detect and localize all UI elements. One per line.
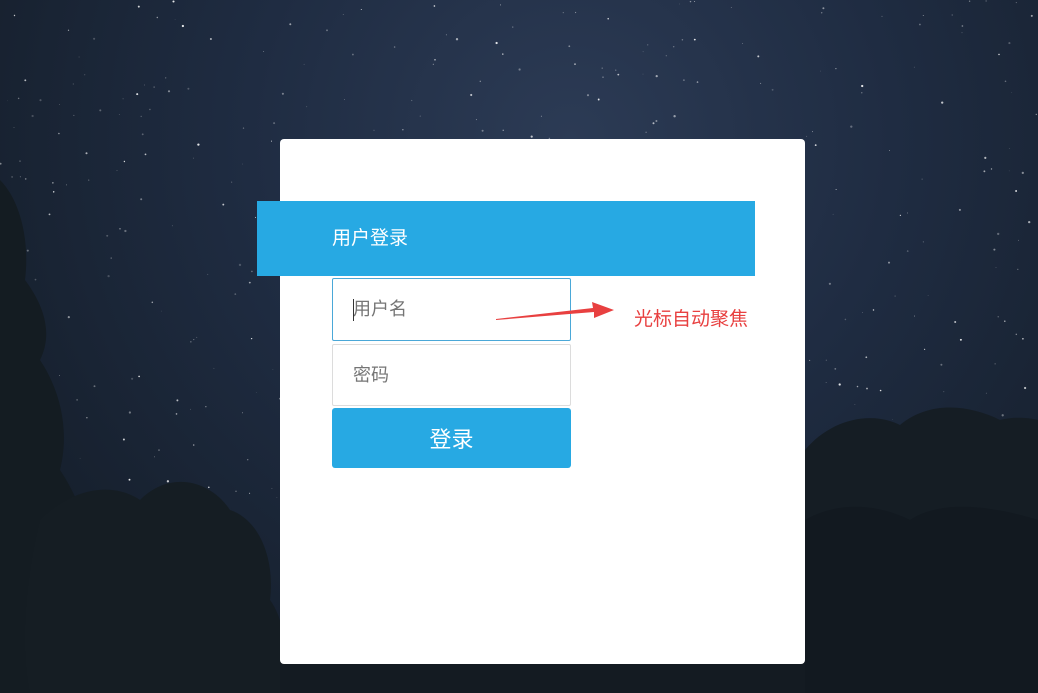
arrow-right-icon: [496, 302, 614, 320]
annotation-label: 光标自动聚焦: [634, 308, 749, 330]
login-title: 用户登录: [332, 227, 409, 249]
password-field[interactable]: [332, 344, 571, 406]
password-input[interactable]: [333, 345, 570, 405]
text-caret: [353, 299, 354, 321]
login-button[interactable]: 登录: [332, 408, 571, 468]
login-header-banner: 用户登录: [257, 201, 755, 276]
